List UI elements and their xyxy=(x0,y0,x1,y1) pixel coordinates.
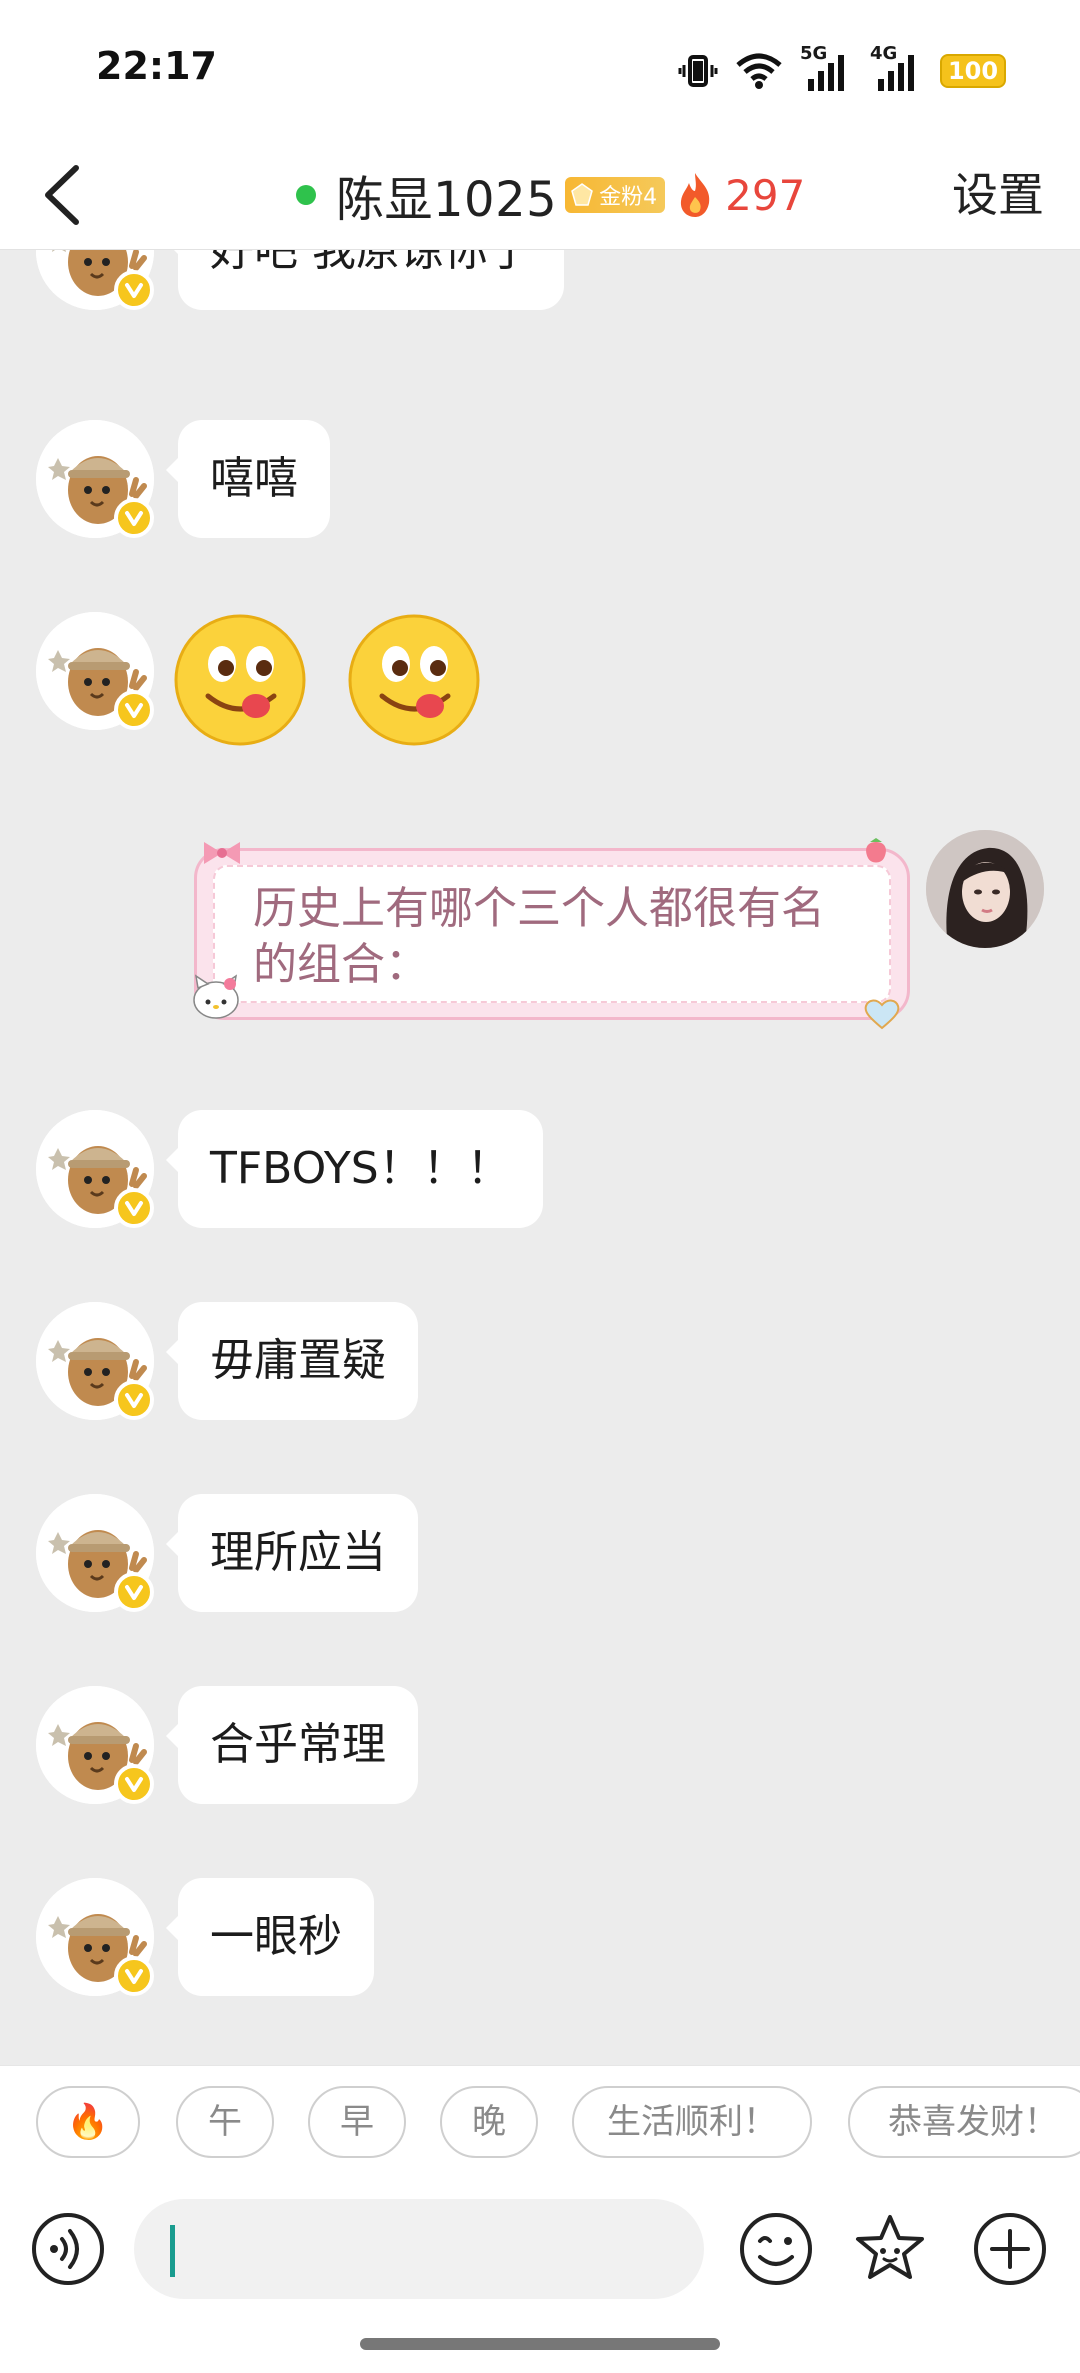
contact-avatar[interactable] xyxy=(36,1494,154,1612)
quick-reply-fire[interactable]: 🔥 xyxy=(36,2086,140,2158)
contact-avatar[interactable] xyxy=(36,1302,154,1420)
heart-icon xyxy=(864,999,900,1030)
quick-reply-bar: 🔥 午 早 晚 生活顺利！ 恭喜发财！ xyxy=(0,2065,1080,2185)
message-bubble[interactable]: 合乎常理 xyxy=(166,1686,418,1804)
signal-4g: 4G xyxy=(870,43,924,93)
back-icon[interactable] xyxy=(36,160,90,230)
online-status-dot xyxy=(296,185,316,205)
message-input[interactable] xyxy=(134,2199,704,2299)
settings-button[interactable]: 设置 xyxy=(952,158,1044,232)
contact-name: 陈显1025 xyxy=(336,172,558,228)
girl-avatar-icon xyxy=(926,830,1044,948)
quick-reply-prosperity[interactable]: 恭喜发财！ xyxy=(848,2086,1080,2158)
emoji-icon[interactable] xyxy=(738,2211,814,2287)
chat-title[interactable]: 陈显1025 金粉4 297 xyxy=(296,150,805,240)
quick-reply-morning[interactable]: 早 xyxy=(308,2086,406,2158)
verified-icon xyxy=(114,1188,154,1228)
signal-5g: 5G xyxy=(800,43,854,93)
sticker-star-icon[interactable] xyxy=(852,2211,928,2287)
fire-icon xyxy=(681,173,710,217)
message-bubble[interactable]: TFBOYS！！！ xyxy=(166,1110,543,1228)
yum-face-icon[interactable] xyxy=(346,612,482,748)
quick-reply-smooth-life[interactable]: 生活顺利！ xyxy=(572,2086,812,2158)
verified-icon xyxy=(114,270,154,310)
yum-face-icon[interactable] xyxy=(172,612,308,748)
message-bubble[interactable]: 毋庸置疑 xyxy=(166,1302,418,1420)
message-bubble[interactable]: 好吧 我原谅你了 xyxy=(166,250,564,310)
verified-icon xyxy=(114,1764,154,1804)
vibrate-icon xyxy=(678,55,718,87)
gem-icon xyxy=(571,183,594,206)
wifi-icon xyxy=(736,53,782,89)
verified-icon xyxy=(114,498,154,538)
contact-avatar[interactable] xyxy=(36,612,154,730)
verified-icon xyxy=(114,1956,154,1996)
verified-icon xyxy=(114,690,154,730)
add-icon[interactable] xyxy=(972,2211,1048,2287)
status-time: 22:17 xyxy=(96,44,217,88)
strawberry-icon xyxy=(866,838,886,863)
sent-message-text: 历史上有哪个三个人都很有名的组合： xyxy=(253,883,825,990)
fan-badge-label: 金粉4 xyxy=(599,185,658,210)
chat-messages[interactable]: 好吧 我原谅你了 嘻嘻 历史上有哪个三个人都很有名的组合： TFBOYS！！！ … xyxy=(0,250,1080,2065)
battery-icon: 100 xyxy=(940,54,1006,88)
contact-avatar[interactable] xyxy=(36,1878,154,1996)
contact-avatar[interactable] xyxy=(36,420,154,538)
sent-message-bubble[interactable]: 历史上有哪个三个人都很有名的组合： xyxy=(194,848,910,1020)
contact-avatar[interactable] xyxy=(36,250,154,310)
streak-count: 297 xyxy=(725,170,806,220)
verified-icon xyxy=(114,1572,154,1612)
message-bubble[interactable]: 嘻嘻 xyxy=(166,420,330,538)
status-bar: 22:17 5G 4G 100 xyxy=(0,0,1080,140)
message-bubble[interactable]: 一眼秒 xyxy=(166,1878,374,1996)
signal-icon xyxy=(878,55,914,91)
status-icons: 5G 4G 100 xyxy=(678,43,1006,94)
contact-avatar[interactable] xyxy=(36,1686,154,1804)
voice-icon[interactable] xyxy=(30,2211,106,2287)
verified-icon xyxy=(114,1380,154,1420)
home-indicator[interactable] xyxy=(360,2338,720,2350)
chat-header: 陈显1025 金粉4 297 设置 xyxy=(0,140,1080,250)
self-avatar[interactable] xyxy=(926,830,1044,948)
quick-reply-evening[interactable]: 晚 xyxy=(440,2086,538,2158)
message-bubble[interactable]: 理所应当 xyxy=(166,1494,418,1612)
contact-avatar[interactable] xyxy=(36,1110,154,1228)
hello-kitty-icon xyxy=(193,974,239,1019)
text-caret xyxy=(170,2225,175,2277)
bow-icon xyxy=(204,842,240,864)
fan-level-badge: 金粉4 xyxy=(565,177,666,213)
quick-reply-noon[interactable]: 午 xyxy=(176,2086,274,2158)
signal-icon xyxy=(808,55,844,91)
